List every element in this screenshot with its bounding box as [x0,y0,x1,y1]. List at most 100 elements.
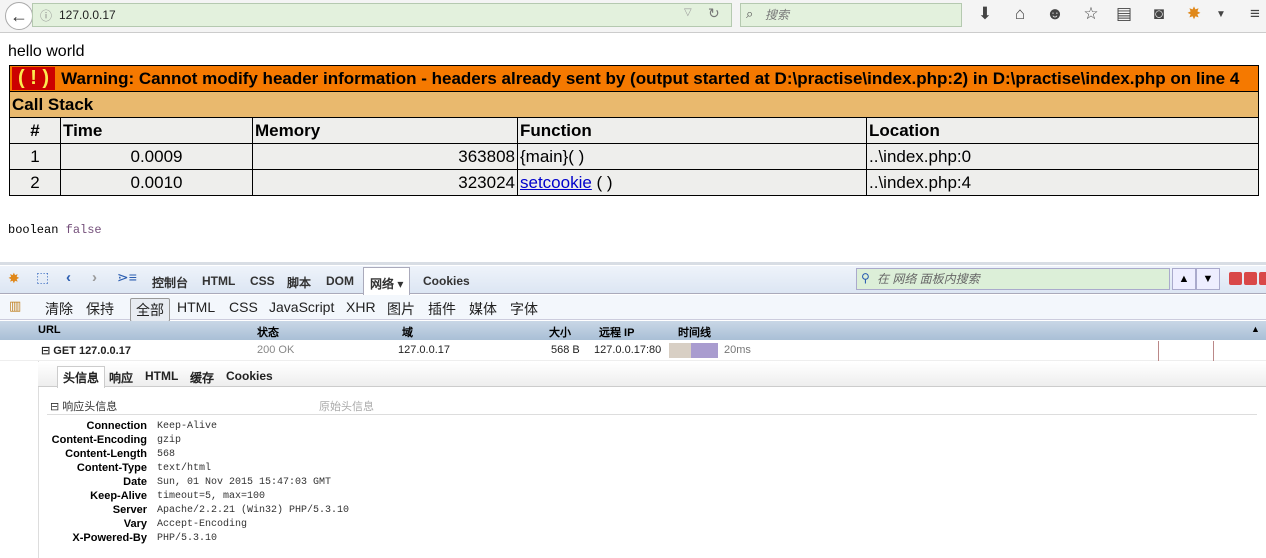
net-search-input[interactable]: 在 网络 面板内搜索 [856,268,1170,290]
filter-plugins[interactable]: 插件 [423,298,461,320]
row-number: 2 [9,169,61,196]
column-timeline[interactable]: 时间线 [678,324,711,340]
chat-icon[interactable]: ☻ [1044,4,1066,24]
tab-console[interactable]: 控制台 [146,270,194,295]
header-name: Content-Type [76,462,147,474]
pocket-icon[interactable]: ◙ [1148,4,1170,24]
reading-list-icon[interactable]: ▤ [1113,4,1135,24]
request-url-text: GET 127.0.0.17 [53,345,131,357]
response-headers-title: 响应头信息 [62,401,118,413]
col-memory: Memory [252,117,518,144]
tab-net[interactable]: 网络 ▾ [363,267,411,295]
filter-all[interactable]: 全部 [130,298,170,322]
header-name: Vary [123,518,147,530]
clear-button[interactable]: 清除 [40,298,78,320]
filter-html[interactable]: HTML [172,298,220,316]
inspect-icon[interactable]: ⬚ [36,269,49,286]
call-stack-title: Call Stack [9,91,1259,118]
detach-icon[interactable] [1244,272,1257,285]
row-function: {main}( ) [517,143,867,170]
page-content: hello world ( ! ) Warning: Cannot modify … [0,34,1266,260]
search-input[interactable]: 搜索 [740,3,962,27]
reload-icon[interactable]: ↻ [708,5,720,22]
header-name: Content-Encoding [51,434,147,446]
raw-headers-link[interactable]: 原始头信息 [319,398,374,414]
request-size: 568 B [551,344,580,356]
forward-icon[interactable]: › [92,269,97,286]
response-headers-toggle[interactable]: ⊟ 响应头信息 [50,398,117,414]
search-prev-button[interactable]: ▲ [1172,268,1196,290]
xhr-breakpoint-icon[interactable]: ▥ [9,298,21,314]
setcookie-link[interactable]: setcookie [520,173,592,192]
filter-css[interactable]: CSS [224,298,263,316]
header-value: timeout=5, max=100 [157,491,266,502]
menu-icon[interactable]: ≡ [1244,4,1266,24]
firebug-icon[interactable]: ✸ [1183,4,1205,24]
row-memory: 323024 [252,169,518,196]
detail-tab-response[interactable]: 响应 [104,369,138,386]
filter-javascript[interactable]: JavaScript [264,298,339,316]
filter-images[interactable]: 图片 [382,298,420,320]
timeline-receive-bar [691,343,718,358]
col-function: Function [517,117,867,144]
filter-xhr[interactable]: XHR [341,298,381,316]
divider [47,414,1257,415]
firebug-logo-icon[interactable]: ✸ [8,270,20,287]
tab-cookies[interactable]: Cookies [417,270,476,292]
url-bar[interactable]: 127.0.0.17 [32,3,732,27]
search-icon: ⚲ [861,271,870,285]
column-status[interactable]: 状态 [257,324,279,340]
tab-dom[interactable]: DOM [320,270,360,292]
timeline-wait-bar [669,343,691,358]
header-value: Apache/2.2.21 (Win32) PHP/5.3.10 [157,505,350,516]
row-time: 0.0009 [60,143,253,170]
sort-icon[interactable]: ▲ [1251,324,1260,334]
request-ip: 127.0.0.17:80 [594,344,662,356]
dropdown-icon[interactable]: ▽ [684,7,692,18]
home-icon[interactable]: ⌂ [1009,4,1031,24]
request-url[interactable]: ⊟ GET 127.0.0.17 [41,344,131,357]
tab-script[interactable]: 脚本 [281,270,317,295]
header-value: PHP/5.3.10 [157,533,218,544]
detail-tab-html[interactable]: HTML [140,369,183,383]
firebug-menu-icon[interactable]: ▼ [1210,9,1232,20]
row-function: setcookie ( ) [517,169,867,196]
header-name: X-Powered-By [72,532,147,544]
column-remote-ip[interactable]: 远程 IP [599,324,634,340]
back-icon[interactable]: ‹ [66,269,71,286]
back-button[interactable]: ← [5,2,33,30]
stack-row: 2 0.0010 323024 setcookie ( ) ..\index.p… [9,169,1259,196]
column-size[interactable]: 大小 [549,324,571,340]
download-icon[interactable]: ⬇ [974,4,996,24]
request-status: 200 OK [257,344,295,356]
tab-html[interactable]: HTML [196,270,241,292]
detail-tab-cache[interactable]: 缓存 [185,369,219,386]
detail-tab-headers[interactable]: 头信息 [57,366,106,388]
row-memory: 363808 [252,143,518,170]
filter-media[interactable]: 媒体 [464,298,502,320]
close-icon[interactable] [1259,272,1266,285]
col-time: Time [60,117,253,144]
header-value: Sun, 01 Nov 2015 15:47:03 GMT [157,477,332,488]
column-domain[interactable]: 域 [402,324,413,340]
command-line-icon[interactable]: ⋗≡ [117,269,137,286]
dump-type: boolean [8,223,59,237]
bookmark-star-icon[interactable]: ☆ [1080,4,1102,24]
timeline-marker [1213,341,1214,361]
minimize-icon[interactable] [1229,272,1242,285]
stack-row: 1 0.0009 363808 {main}( ) ..\index.php:0 [9,143,1259,170]
tab-css[interactable]: CSS [244,270,281,292]
header-value: Accept-Encoding [157,519,248,530]
column-url[interactable]: URL [38,324,61,336]
filter-fonts[interactable]: 字体 [505,298,543,320]
warning-row: ( ! ) Warning: Cannot modify header infor… [9,65,1259,92]
header-name: Keep-Alive [90,490,147,502]
header-value: text/html [157,463,212,474]
row-number: 1 [9,143,61,170]
persist-button[interactable]: 保持 [81,298,119,320]
timeline-marker [1158,341,1159,361]
dump-value: false [65,223,102,237]
search-next-button[interactable]: ▼ [1196,268,1220,290]
detail-tab-cookies[interactable]: Cookies [221,369,278,383]
request-domain: 127.0.0.17 [398,344,450,356]
